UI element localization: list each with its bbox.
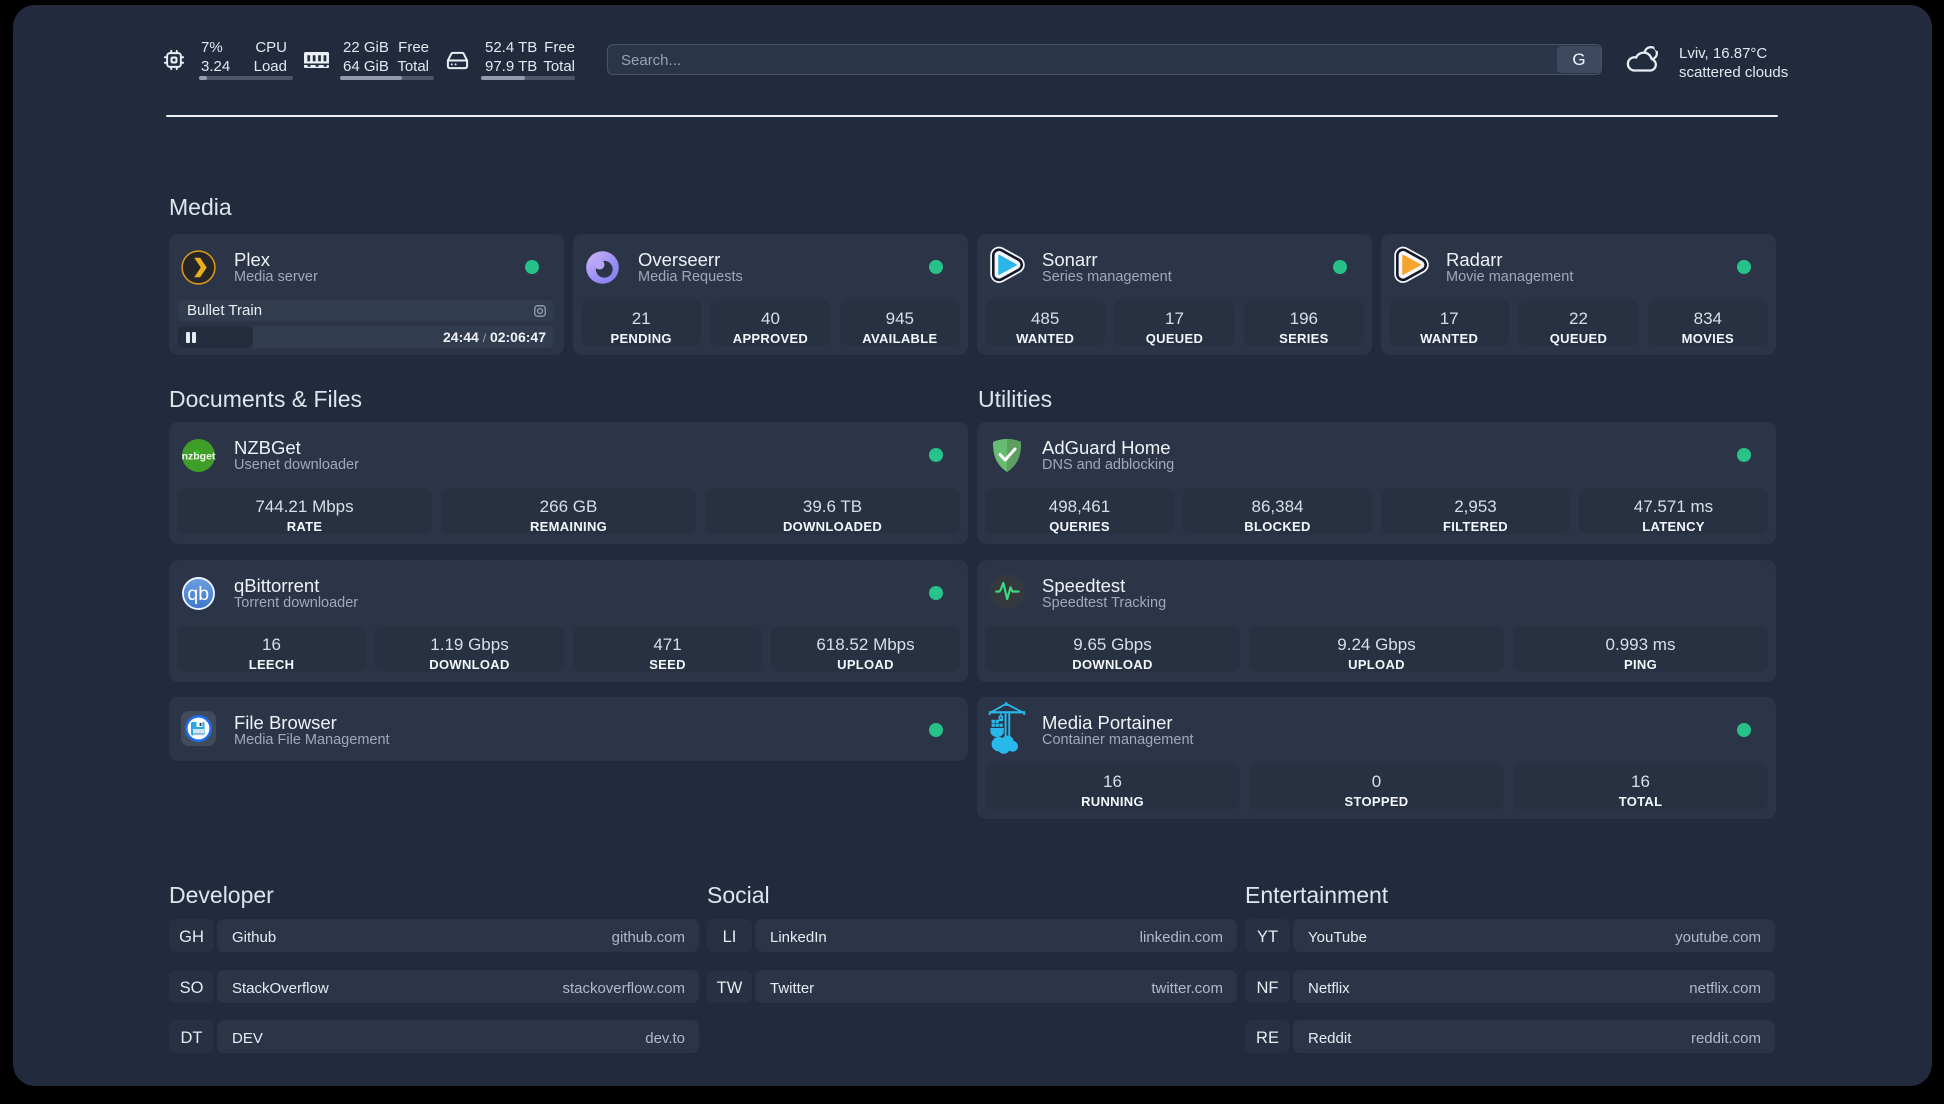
svg-text:nzbget: nzbget <box>182 451 216 463</box>
svg-text:qb: qb <box>187 583 209 605</box>
